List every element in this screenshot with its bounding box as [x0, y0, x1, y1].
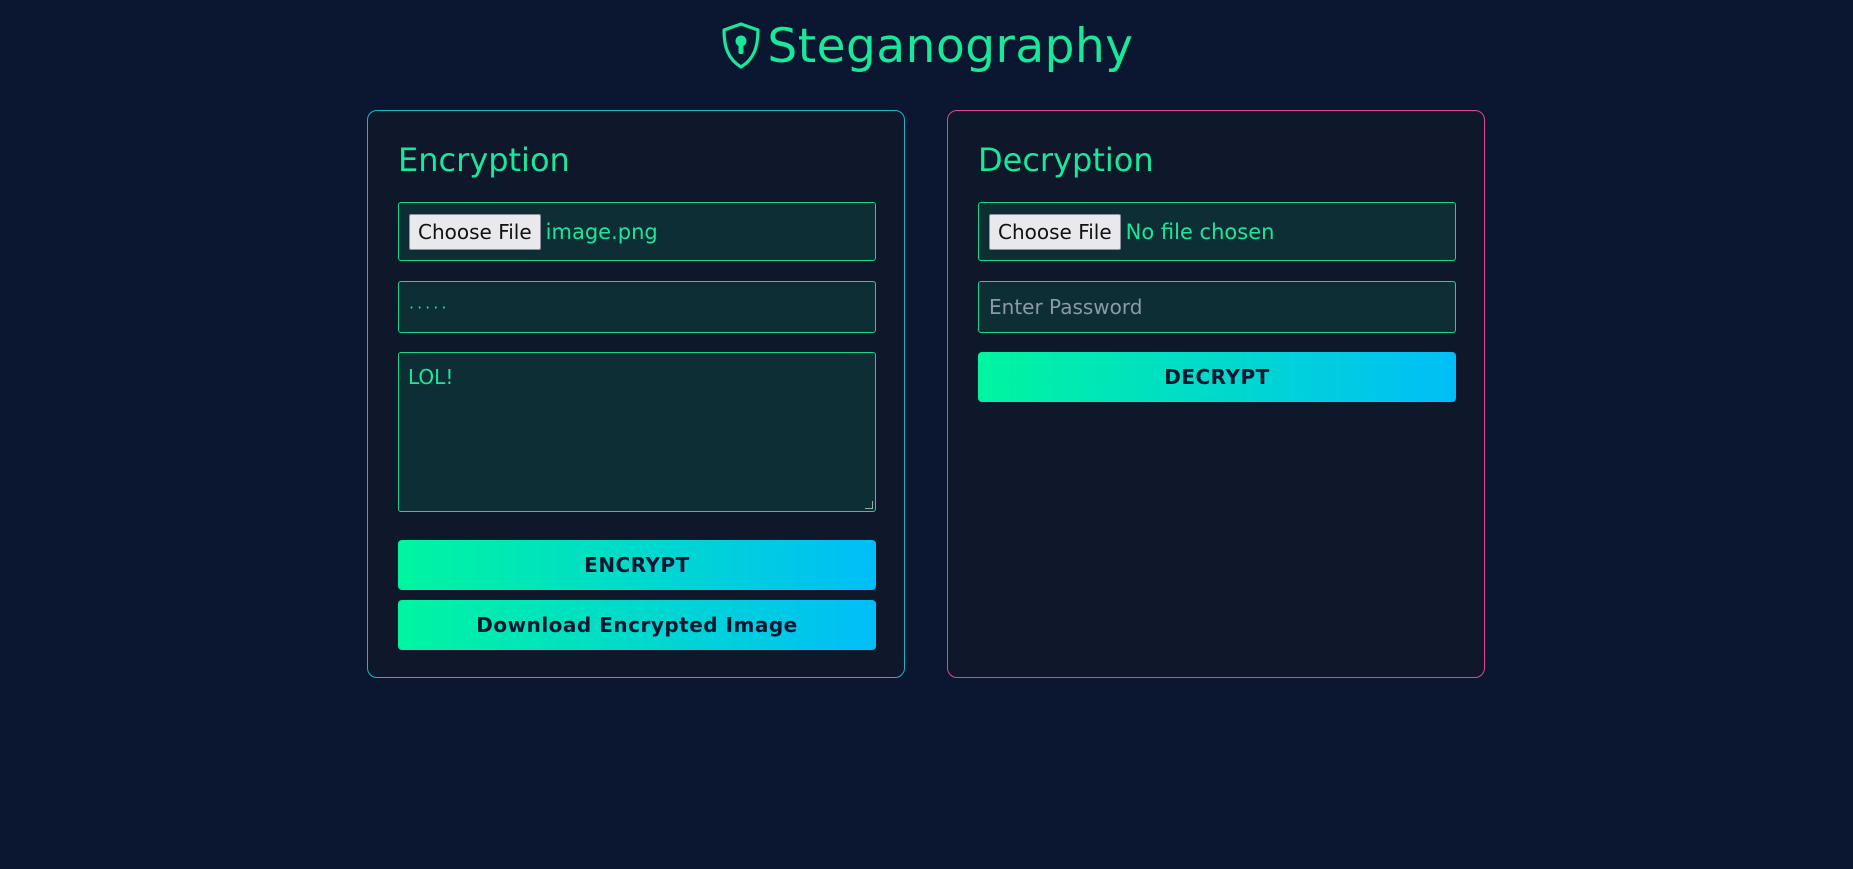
- page-title: Steganography: [767, 18, 1134, 74]
- decryption-choose-file-button[interactable]: Choose File: [989, 213, 1121, 250]
- decryption-password-input[interactable]: Enter Password: [978, 281, 1456, 333]
- encryption-heading: Encryption: [398, 141, 570, 179]
- encryption-panel: Encryption Choose File image.png ····· L…: [367, 110, 905, 678]
- encryption-file-name: image.png: [545, 219, 658, 244]
- decryption-file-name: No file chosen: [1125, 219, 1275, 244]
- decryption-heading: Decryption: [978, 141, 1154, 179]
- decryption-file-input[interactable]: Choose File No file chosen: [978, 202, 1456, 261]
- page-header: Steganography: [0, 18, 1853, 74]
- download-encrypted-image-button[interactable]: Download Encrypted Image: [398, 600, 876, 650]
- encryption-message-textarea[interactable]: LOL!: [398, 352, 876, 512]
- encrypt-button[interactable]: ENCRYPT: [398, 540, 876, 590]
- resize-handle-icon[interactable]: [865, 501, 873, 509]
- encryption-password-input[interactable]: ·····: [398, 281, 876, 333]
- decrypt-button[interactable]: DECRYPT: [978, 352, 1456, 402]
- decryption-panel: Decryption Choose File No file chosen En…: [947, 110, 1485, 678]
- encryption-choose-file-button[interactable]: Choose File: [409, 213, 541, 250]
- encryption-file-input[interactable]: Choose File image.png: [398, 202, 876, 261]
- encryption-message-text: LOL!: [408, 365, 454, 389]
- shield-keyhole-icon: [722, 22, 760, 69]
